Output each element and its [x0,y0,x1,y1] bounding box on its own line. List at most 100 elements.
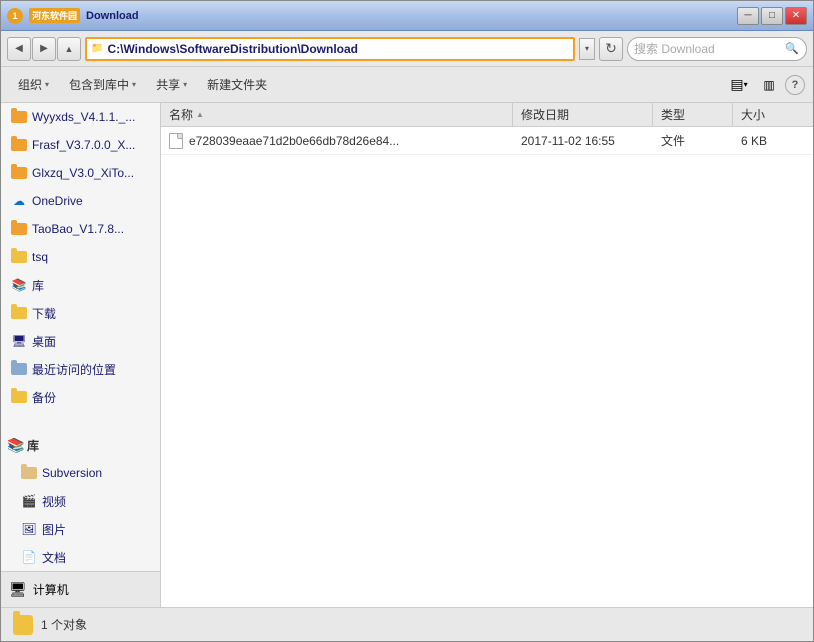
library-section-header: 📚 库 [1,431,160,459]
status-count: 1 个对象 [41,616,87,633]
sidebar-item-label: OneDrive [32,194,83,208]
computer-label: 计算机 [33,581,69,598]
sidebar-computer[interactable]: 🖥 计算机 [1,571,160,607]
file-list-header: 名称 ▲ 修改日期 类型 大小 [161,103,813,127]
sidebar-item-recent[interactable]: 最近访问的位置 [1,355,160,383]
explorer-window: 1 河东软件园 Download ─ □ ✕ ◀ ▶ ▲ 📁 C:\Window… [0,0,814,642]
onedrive-icon: ☁ [11,193,27,209]
folder-icon [11,137,27,153]
search-placeholder: 搜索 Download [634,40,780,57]
folder-icon [11,389,27,405]
organize-button[interactable]: 组织 ▾ [9,71,58,99]
table-row[interactable]: e728039eaae71d2b0e66db78d26e84... 2017-1… [161,127,813,155]
new-folder-button[interactable]: 新建文件夹 [198,71,276,99]
window-title: Download [86,10,139,22]
sidebar-item-label: 下载 [32,305,56,322]
file-type-cell: 文件 [653,127,733,154]
sidebar-item-onedrive[interactable]: ☁ OneDrive [1,187,160,215]
sidebar-item-label: 文档 [42,549,66,566]
sidebar-item-library[interactable]: 📚 库 [1,271,160,299]
column-header-type[interactable]: 类型 [653,103,733,126]
search-wrapper[interactable]: 搜索 Download 🔍 [627,37,807,61]
search-icon[interactable]: 🔍 [784,41,800,57]
address-dropdown[interactable]: ▾ [579,38,595,60]
sidebar-item-tsq[interactable]: tsq [1,243,160,271]
preview-pane-button[interactable]: ▥ [755,72,783,98]
folder-icon [11,221,27,237]
view-dropdown-button[interactable]: ▤▾ [725,72,753,98]
column-header-name[interactable]: 名称 ▲ [161,103,513,126]
folder-icon [11,249,27,265]
sidebar-scroll[interactable]: Wyyxds_V4.1.1._... Frasf_V3.7.0.0_X... G… [1,103,160,571]
status-folder-icon [13,615,33,635]
sidebar-item-wyyx[interactable]: Wyyxds_V4.1.1._... [1,103,160,131]
sidebar-item-label: 桌面 [32,333,56,350]
minimize-button[interactable]: ─ [737,7,759,25]
address-folder-icon: 📁 [91,43,103,54]
recent-icon [11,361,27,377]
videos-icon: 🎬 [21,493,37,509]
address-bar: ◀ ▶ ▲ 📁 C:\Windows\SoftwareDistribution\… [1,31,813,67]
nav-buttons: ◀ ▶ ▲ [7,37,81,61]
folder-icon [11,109,27,125]
sidebar-item-glxzq[interactable]: Glxzq_V3.0_XiTo... [1,159,160,187]
sidebar-item-label: 图片 [42,521,66,538]
sort-arrow: ▲ [196,110,204,119]
documents-icon: 📄 [21,549,37,565]
sidebar-item-pictures[interactable]: 🖼 图片 [1,515,160,543]
file-size-cell: 6 KB [733,127,813,154]
sidebar: Wyyxds_V4.1.1._... Frasf_V3.7.0.0_X... G… [1,103,161,607]
sidebar-item-backup[interactable]: 备份 [1,383,160,411]
address-input-wrapper[interactable]: 📁 C:\Windows\SoftwareDistribution\Downlo… [85,37,575,61]
file-name-cell: e728039eaae71d2b0e66db78d26e84... [161,127,513,154]
sidebar-item-documents[interactable]: 📄 文档 [1,543,160,571]
folder-icon [11,305,27,321]
title-bar-controls: ─ □ ✕ [737,7,807,25]
sidebar-item-label: TaoBao_V1.7.8... [32,222,124,236]
library-section-label: 库 [27,437,39,454]
up-button[interactable]: ▲ [57,37,81,61]
sidebar-item-label: 备份 [32,389,56,406]
close-button[interactable]: ✕ [785,7,807,25]
pictures-icon: 🖼 [21,521,37,537]
folder-icon [11,165,27,181]
back-button[interactable]: ◀ [7,37,31,61]
toolbar-right: ▤▾ ▥ ? [725,72,805,98]
sidebar-item-videos[interactable]: 🎬 视频 [1,487,160,515]
share-button[interactable]: 共享 ▾ [147,71,196,99]
sidebar-item-label: Frasf_V3.7.0.0_X... [32,138,135,152]
help-button[interactable]: ? [785,75,805,95]
sidebar-item-label: tsq [32,250,48,264]
share-arrow: ▾ [183,80,187,89]
site-logo: 河东软件园 [29,8,80,23]
desktop-icon: 🖥 [11,333,27,349]
maximize-button[interactable]: □ [761,7,783,25]
title-bar: 1 河东软件园 Download ─ □ ✕ [1,1,813,31]
sidebar-item-label: Glxzq_V3.0_XiTo... [32,166,134,180]
file-list: 名称 ▲ 修改日期 类型 大小 e728039eaae71d [161,103,813,607]
svn-icon [21,465,37,481]
organize-arrow: ▾ [45,80,49,89]
column-header-date[interactable]: 修改日期 [513,103,653,126]
toolbar: 组织 ▾ 包含到库中 ▾ 共享 ▾ 新建文件夹 ▤▾ ▥ ? [1,67,813,103]
main-content: Wyyxds_V4.1.1._... Frasf_V3.7.0.0_X... G… [1,103,813,607]
file-name: e728039eaae71d2b0e66db78d26e84... [189,134,399,148]
file-date-cell: 2017-11-02 16:55 [513,127,653,154]
sidebar-item-frasf[interactable]: Frasf_V3.7.0.0_X... [1,131,160,159]
sidebar-item-label: 库 [32,277,44,294]
sidebar-item-label: Subversion [42,466,102,480]
sidebar-item-label: 最近访问的位置 [32,361,116,378]
file-list-body[interactable]: e728039eaae71d2b0e66db78d26e84... 2017-1… [161,127,813,607]
column-header-size[interactable]: 大小 [733,103,813,126]
library-icon: 📚 [11,277,27,293]
library-section-icon: 📚 [7,437,23,453]
sidebar-item-subversion[interactable]: Subversion [1,459,160,487]
include-library-button[interactable]: 包含到库中 ▾ [60,71,145,99]
sidebar-item-desktop[interactable]: 🖥 桌面 [1,327,160,355]
window-icon: 1 [7,8,23,24]
sidebar-item-taobao[interactable]: TaoBao_V1.7.8... [1,215,160,243]
sidebar-item-download[interactable]: 下载 [1,299,160,327]
refresh-button[interactable]: ↻ [599,37,623,61]
forward-button[interactable]: ▶ [32,37,56,61]
address-path: C:\Windows\SoftwareDistribution\Download [107,42,569,56]
